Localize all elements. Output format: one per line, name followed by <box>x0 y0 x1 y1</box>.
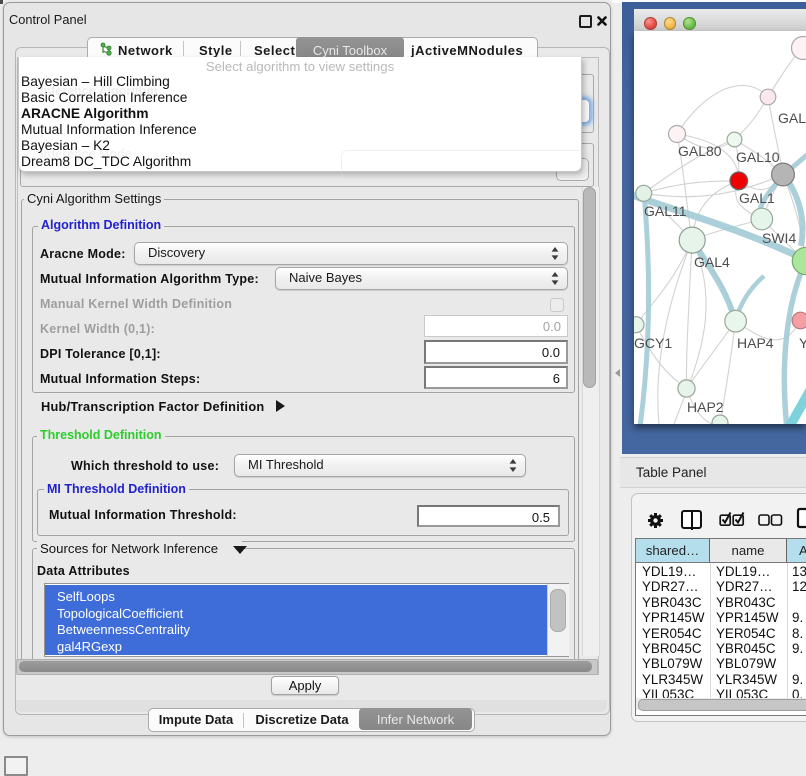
svg-text:HAP4: HAP4 <box>737 335 774 351</box>
svg-text:GAL: GAL <box>778 110 806 126</box>
svg-text:SWI4: SWI4 <box>762 230 796 246</box>
svg-text:Y: Y <box>799 335 806 351</box>
svg-text:GCY1: GCY1 <box>634 335 672 351</box>
svg-text:GAL80: GAL80 <box>678 143 722 159</box>
svg-text:HAP2: HAP2 <box>687 399 724 415</box>
svg-text:GAL1: GAL1 <box>739 190 775 206</box>
svg-text:GAL11: GAL11 <box>644 203 687 219</box>
svg-text:GAL10: GAL10 <box>736 149 780 165</box>
svg-text:GAL4: GAL4 <box>694 254 730 270</box>
